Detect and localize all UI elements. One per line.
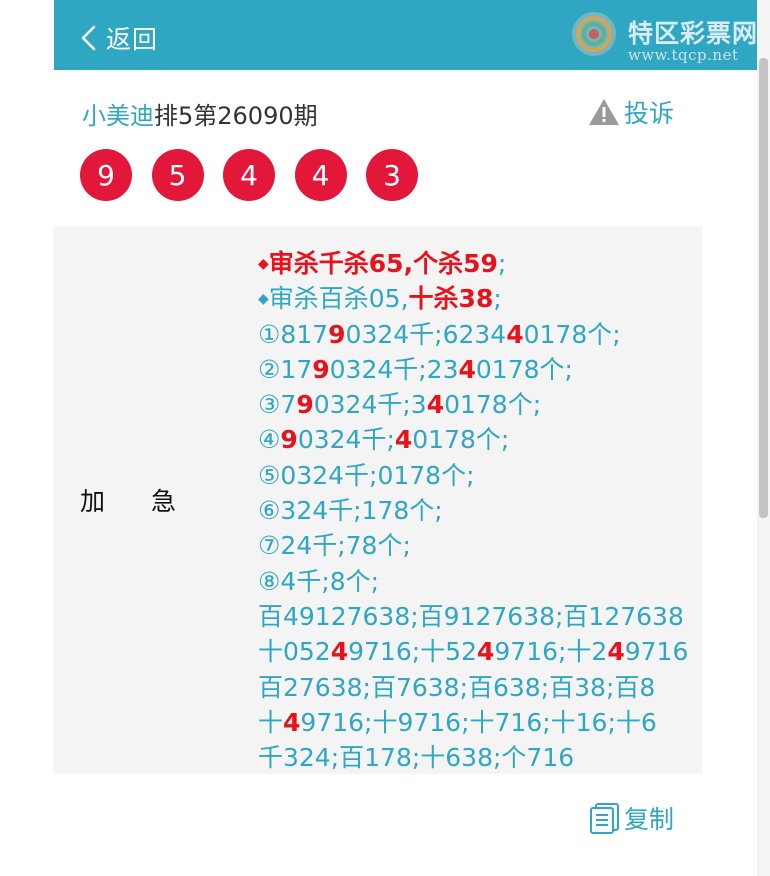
line-text: 0178个; (523, 319, 621, 349)
prediction-line: 百27638;百7638;百638;百38;百8 (258, 670, 698, 705)
line-text: ⑥324千;178个; (258, 496, 443, 526)
prediction-line: ◆审杀千杀65,个杀59; (258, 246, 698, 281)
prediction-line: 百49127638;百9127638;百127638 (258, 599, 698, 634)
copy-icon (590, 803, 619, 834)
prediction-line: 十05249716;十5249716;十249716 (258, 634, 698, 669)
copy-button[interactable]: 复制 (588, 800, 674, 836)
highlight-digit: 十杀38 (408, 284, 494, 314)
prediction-line: ④90324千;40178个; (258, 422, 698, 457)
line-text: 千324;百178;十638;个716 (258, 743, 575, 773)
highlight-digit: 审杀千杀65,个杀59 (268, 249, 498, 278)
highlight-digit: 4 (330, 637, 349, 667)
prediction-panel: 加急 ◆审杀千杀65,个杀59; ◆审杀百杀05,十杀38; ①81790324千;… (54, 226, 702, 774)
diamond-icon: ◆ (258, 256, 269, 272)
line-text: 0178个; (412, 425, 510, 455)
chevron-left-icon (81, 25, 96, 51)
logo-name: 特区彩票网 (628, 19, 759, 48)
highlight-digit: 4 (458, 354, 476, 384)
number-ball: 3 (366, 149, 418, 201)
line-text: ④ (258, 425, 281, 455)
number-ball: 5 (151, 149, 204, 201)
line-text: 百27638;百7638;百638;百38;百8 (258, 672, 656, 702)
prediction-line: 千324;百178;十638;个716 (258, 740, 698, 775)
highlight-digit: 4 (476, 637, 495, 667)
prediction-line: ⑦24千;78个; (258, 528, 698, 563)
line-text: ②17 (258, 354, 313, 384)
highlight-digit: 9 (296, 390, 314, 420)
highlight-digit: 4 (607, 637, 625, 667)
complain-button[interactable]: 投诉 (588, 94, 674, 130)
number-ball: 4 (294, 149, 347, 201)
line-text: 0324千;23 (329, 354, 459, 384)
complain-label: 投诉 (624, 99, 675, 128)
line-text: ; (497, 249, 507, 278)
prediction-line: ⑧4千;8个; (258, 564, 698, 599)
highlight-digit: 9 (280, 425, 298, 455)
prediction-line: ①81790324千;623440178个; (258, 317, 698, 352)
prediction-line: ②1790324千;2340178个; (258, 352, 698, 387)
line-text: 9716;十52 (348, 637, 477, 667)
logo-url: www.tqcp.net (628, 46, 739, 64)
highlight-digit: 4 (506, 319, 524, 349)
line-text: 0324千;6234 (345, 319, 507, 349)
number-ball: 4 (223, 149, 275, 201)
line-text: 9716;十9716;十716;十16;十6 (300, 707, 657, 737)
row-label: 加急 (80, 482, 176, 518)
number-ball: 9 (80, 149, 132, 201)
prediction-line: ⑤0324千;0178个; (258, 458, 698, 493)
prediction-line: ⑥324千;178个; (258, 493, 698, 528)
line-text: 十 (258, 707, 284, 737)
row-label-char: 急 (151, 487, 177, 516)
line-text: 0178个; (475, 354, 573, 384)
highlight-digit: 4 (426, 390, 445, 420)
scrollbar-thumb[interactable] (759, 58, 768, 518)
back-button[interactable]: 返回 (80, 18, 158, 58)
highlight-digit: 9 (328, 319, 346, 349)
draw-numbers: 9 5 4 4 3 (80, 149, 438, 201)
issue-title: 小美迪排5第26090期 (82, 96, 318, 131)
line-text: 9716;十2 (494, 637, 608, 667)
copy-label: 复制 (624, 805, 675, 834)
site-logo: 特区彩票网 www.tqcp.net (570, 8, 766, 64)
line-text: ⑦24千;78个; (258, 531, 411, 561)
logo-emblem-icon (572, 12, 616, 56)
prediction-line: 十49716;十9716;十716;十16;十6 (258, 705, 698, 740)
warning-icon (589, 99, 619, 125)
prediction-line: ③790324千;340178个; (258, 387, 698, 422)
line-text: 0324千;3 (313, 390, 427, 420)
highlight-digit: 9 (312, 354, 330, 384)
line-text: ③7 (258, 390, 297, 420)
line-text: 0324千; (297, 425, 395, 455)
page: 返回 特区彩票网 www.tqcp.net 小美迪排5第26090期 投诉 9 … (0, 0, 770, 876)
prediction-line: ◆审杀百杀05,十杀38; (258, 281, 698, 316)
prediction-content: ◆审杀千杀65,个杀59; ◆审杀百杀05,十杀38; ①81790324千;623… (258, 246, 698, 775)
line-text: ; (493, 284, 502, 314)
line-text: 审杀百杀05, (268, 284, 409, 314)
issue-label: 排5第26090期 (154, 102, 318, 130)
highlight-digit: 4 (394, 425, 413, 455)
back-label: 返回 (106, 25, 159, 54)
diamond-icon: ◆ (258, 291, 269, 308)
row-label-char: 加 (80, 487, 106, 516)
line-text: ⑤0324千;0178个; (258, 460, 475, 490)
highlight-digit: 4 (283, 707, 301, 737)
line-text: ①817 (258, 319, 329, 349)
line-text: 0178个; (444, 390, 542, 420)
line-text: 百49127638;百9127638;百127638 (258, 601, 684, 631)
line-text: 十052 (258, 637, 331, 667)
line-text: ⑧4千;8个; (258, 566, 380, 596)
line-text: 9716 (624, 637, 689, 667)
author-name[interactable]: 小美迪 (82, 102, 154, 130)
